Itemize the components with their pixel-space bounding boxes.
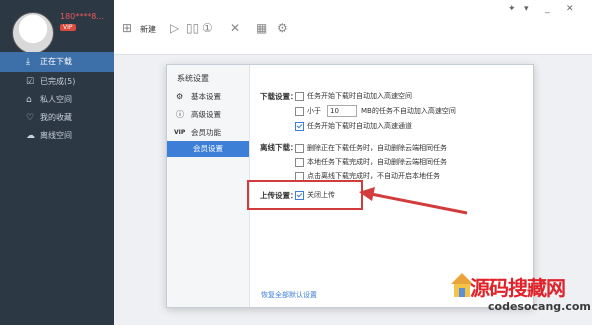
favorites-icon: ♡: [26, 113, 35, 123]
cloud-icon: ☁: [26, 131, 35, 141]
option-label: 任务开始下载时自动加入高速通道: [307, 122, 412, 130]
size-threshold-input[interactable]: 10: [327, 105, 357, 117]
option-label: 任务开始下载时自动加入高速空间: [307, 92, 412, 100]
checkbox[interactable]: [295, 107, 304, 116]
sidebar-item-downloading[interactable]: ⤓ 正在下载: [0, 52, 114, 72]
checkbox[interactable]: [295, 92, 304, 101]
clock-icon[interactable]: ①: [202, 21, 213, 35]
checkbox[interactable]: [295, 144, 304, 153]
vip-icon: VIP: [174, 129, 186, 136]
sidebar-item-label: 正在下载: [40, 57, 72, 66]
menu-icon[interactable]: ▾: [524, 4, 529, 14]
watermark: 源码搜藏网 codesocang.com: [448, 270, 592, 325]
new-icon[interactable]: ⊞: [122, 21, 132, 35]
download-icon: ⤓: [26, 57, 30, 67]
settings-icon[interactable]: ⚙: [277, 21, 288, 35]
highlight-box: [247, 180, 363, 210]
vip-badge: VIP: [60, 24, 76, 31]
info-icon: ⓘ: [176, 110, 184, 119]
nav-label: 会员设置: [193, 144, 223, 153]
sidebar-item-label: 私人空间: [40, 95, 72, 104]
nav-member-features[interactable]: VIP 会员功能: [167, 125, 249, 141]
nav-advanced-settings[interactable]: ⓘ 高级设置: [167, 107, 249, 123]
checkbox-checked[interactable]: [295, 122, 304, 131]
gear-icon: ⚙: [176, 92, 184, 101]
new-button[interactable]: 新建: [140, 24, 156, 35]
completed-icon: ☑: [26, 77, 35, 87]
option-label: MB的任务不自动加入高速空间: [361, 107, 456, 115]
play-icon[interactable]: ▷: [170, 21, 179, 35]
sidebar-item-label: 我的收藏: [40, 113, 72, 122]
sidebar-item-private[interactable]: ⌂ 私人空间: [0, 90, 114, 110]
dialog-title: 系统设置: [177, 74, 209, 83]
option-prefix: 小于: [307, 107, 321, 115]
sidebar-item-completed[interactable]: ☑ 已完成(5): [0, 72, 114, 92]
sidebar-item-label: 已完成(5): [40, 77, 76, 86]
delete-icon[interactable]: ✕: [230, 21, 240, 35]
offline-section-label: 离线下载：: [260, 143, 298, 152]
username[interactable]: 180****8...: [60, 12, 104, 21]
skin-icon[interactable]: ✦: [508, 4, 516, 14]
nav-label: 会员功能: [191, 128, 221, 137]
nav-basic-settings[interactable]: ⚙ 基本设置: [167, 89, 249, 105]
grid-icon[interactable]: ▦: [256, 21, 267, 35]
annotation-arrow-icon: [359, 187, 468, 215]
private-space-icon: ⌂: [26, 95, 32, 105]
sidebar: 180****8... VIP ⤓ 正在下载 ☑ 已完成(5) ⌂ 私人空间 ♡…: [0, 0, 114, 325]
close-button[interactable]: ✕: [566, 4, 574, 14]
watermark-text: 源码搜藏网: [470, 276, 566, 300]
watermark-url: codesocang.com: [488, 300, 591, 313]
sidebar-item-offline[interactable]: ☁ 离线空间: [0, 126, 114, 146]
pause-icon[interactable]: ▯▯: [186, 21, 199, 35]
sidebar-item-favorites[interactable]: ♡ 我的收藏: [0, 108, 114, 128]
restore-defaults-link[interactable]: 恢复全部默认设置: [261, 290, 317, 300]
nav-label: 高级设置: [191, 110, 221, 119]
nav-label: 基本设置: [191, 92, 221, 101]
sidebar-item-label: 离线空间: [40, 131, 72, 140]
settings-nav: 系统设置 ⚙ 基本设置 ⓘ 高级设置 VIP 会员功能 会员设置: [167, 65, 250, 307]
nav-member-settings[interactable]: 会员设置: [167, 141, 249, 157]
download-section-label: 下载设置：: [260, 92, 298, 101]
checkbox[interactable]: [295, 158, 304, 167]
option-label: 删除正在下载任务时，自动删除云端相同任务: [307, 144, 447, 152]
avatar[interactable]: [12, 12, 54, 54]
minimize-button[interactable]: _: [545, 4, 550, 14]
option-label: 本地任务下载完成时，自动删除云端相同任务: [307, 158, 447, 166]
